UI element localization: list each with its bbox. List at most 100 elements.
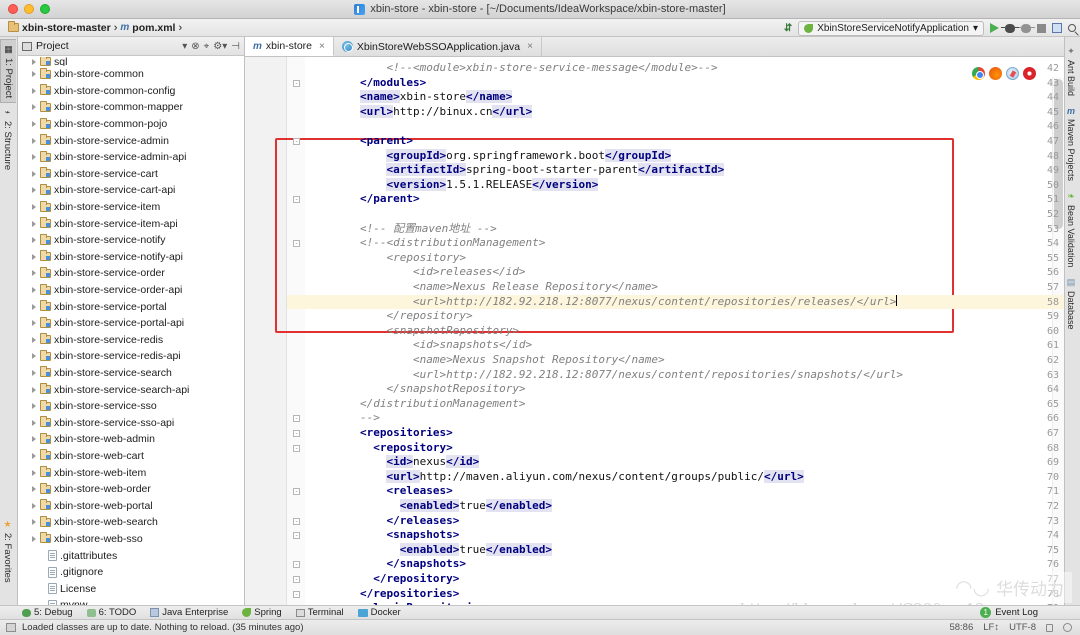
tree-item[interactable]: xbin-store-service-item	[18, 199, 244, 216]
expand-all-icon[interactable]: ⌖	[204, 41, 210, 52]
code-fold-toggle[interactable]: -	[293, 240, 300, 248]
close-icon[interactable]: ×	[527, 41, 533, 52]
tree-item[interactable]: xbin-store-service-portal	[18, 298, 244, 315]
bottom-item-terminal[interactable]: Terminal	[295, 607, 344, 618]
collapse-all-icon[interactable]: ⊗	[191, 41, 199, 52]
bottom-item-java-enterprise[interactable]: Java Enterprise	[150, 607, 228, 618]
tree-item[interactable]: xbin-store-service-cart-api	[18, 182, 244, 199]
tree-item[interactable]: xbin-store-service-admin-api	[18, 149, 244, 166]
run-configuration-selector[interactable]: XbinStoreServiceNotifyApplication ▾	[798, 20, 984, 36]
tree-item[interactable]: xbin-store-web-admin	[18, 431, 244, 448]
chevron-right-icon[interactable]	[32, 137, 36, 144]
tree-item[interactable]: xbin-store-web-sso	[18, 531, 244, 548]
code-fold-toggle[interactable]: -	[293, 415, 300, 423]
bottom-item-spring[interactable]: Spring	[242, 607, 282, 618]
search-icon[interactable]	[1068, 24, 1076, 32]
project-tree[interactable]: sql xbin-store-common xbin-store-common-co…	[18, 56, 244, 605]
chevron-right-icon[interactable]	[32, 469, 36, 476]
tree-item[interactable]: sql	[18, 57, 244, 66]
code-fold-toggle[interactable]: -	[293, 488, 300, 496]
tree-item[interactable]: xbin-store-service-search-api	[18, 381, 244, 398]
chevron-right-icon[interactable]	[32, 452, 36, 459]
chevron-right-icon[interactable]	[32, 486, 36, 493]
tree-item[interactable]: xbin-store-service-notify-api	[18, 249, 244, 266]
chevron-right-icon[interactable]	[32, 502, 36, 509]
code-fold-toggle[interactable]: -	[293, 590, 300, 598]
chevron-right-icon[interactable]	[32, 336, 36, 343]
line-separator[interactable]: LF↕	[983, 622, 999, 633]
chevron-right-icon[interactable]	[32, 519, 36, 526]
bug-icon[interactable]	[1001, 23, 1019, 33]
tree-item[interactable]: xbin-store-service-search	[18, 365, 244, 382]
tree-item[interactable]: xbin-store-service-sso-api	[18, 414, 244, 431]
sidebar-item-project[interactable]: ▦ 1: Project	[0, 39, 16, 104]
chevron-right-icon[interactable]	[32, 253, 36, 260]
code-fold-toggle[interactable]: -	[293, 517, 300, 525]
tree-item[interactable]: License	[18, 580, 244, 597]
chevron-right-icon[interactable]	[32, 170, 36, 177]
project-structure-icon[interactable]	[1052, 23, 1062, 33]
tree-item[interactable]: xbin-store-common	[18, 66, 244, 83]
chevron-right-icon[interactable]	[32, 535, 36, 542]
code-fold-toggle[interactable]: -	[293, 444, 300, 452]
chevron-right-icon[interactable]	[32, 419, 36, 426]
chevron-right-icon[interactable]	[32, 287, 36, 294]
tree-item[interactable]: xbin-store-service-cart	[18, 166, 244, 183]
breadcrumb-project[interactable]: xbin-store-master	[8, 21, 111, 34]
sidebar-item-structure[interactable]: ⌁ 2: Structure	[0, 103, 15, 174]
code-fold-toggle[interactable]: -	[293, 196, 300, 204]
chevron-right-icon[interactable]	[32, 436, 36, 443]
file-encoding[interactable]: UTF-8	[1009, 622, 1036, 633]
tree-item[interactable]: xbin-store-web-item	[18, 464, 244, 481]
code-fold-toggle[interactable]: -	[293, 430, 300, 437]
chevron-down-icon[interactable]: ▾	[182, 41, 187, 52]
chevron-right-icon[interactable]	[32, 58, 36, 65]
chevron-right-icon[interactable]	[32, 237, 36, 244]
chevron-right-icon[interactable]	[32, 303, 36, 310]
tree-item[interactable]: xbin-store-common-config	[18, 83, 244, 100]
caret-position[interactable]: 58:86	[949, 622, 973, 633]
tree-item[interactable]: xbin-store-service-order-api	[18, 282, 244, 299]
tree-item[interactable]: .gitattributes	[18, 547, 244, 564]
code-fold-toggle[interactable]: -	[293, 79, 300, 87]
chevron-right-icon[interactable]	[32, 204, 36, 211]
play-icon[interactable]	[990, 23, 999, 33]
sidebar-item-maven-projects[interactable]: m Maven Projects	[1065, 101, 1077, 186]
tree-item[interactable]: xbin-store-service-item-api	[18, 215, 244, 232]
sidebar-item-favorites[interactable]: ★ 2: Favorites	[0, 515, 15, 587]
breadcrumb-file[interactable]: m pom.xml	[120, 22, 175, 34]
tree-item[interactable]: xbin-store-service-sso	[18, 398, 244, 415]
tree-item[interactable]: xbin-store-web-order	[18, 481, 244, 498]
event-log-button[interactable]: 1 Event Log	[980, 605, 1038, 619]
bottom-item-todo[interactable]: 6: TODO	[86, 607, 136, 618]
bottom-item-docker[interactable]: Docker	[357, 607, 401, 618]
sidebar-item-ant-build[interactable]: ✦ Ant Build	[1065, 41, 1077, 101]
tree-item[interactable]: mvnw	[18, 597, 244, 605]
coverage-icon[interactable]	[1017, 23, 1035, 33]
close-icon[interactable]: ×	[319, 41, 325, 52]
tab-xbinstorewebssoapplication[interactable]: XbinStoreWebSSOApplication.java ×	[334, 37, 542, 56]
chevron-right-icon[interactable]	[32, 71, 36, 78]
chevron-right-icon[interactable]	[32, 154, 36, 161]
sort-icon[interactable]: ⇵	[784, 23, 792, 34]
settings-icon[interactable]: ⚙▾	[213, 41, 227, 52]
tree-item[interactable]: xbin-store-web-portal	[18, 497, 244, 514]
tree-item[interactable]: xbin-store-service-order	[18, 265, 244, 282]
code-fold-toggle[interactable]: -	[293, 576, 300, 583]
code-editor[interactable]: 42 <!--<module>xbin-store-service-messag…	[245, 57, 1064, 605]
tree-item[interactable]: xbin-store-service-portal-api	[18, 315, 244, 332]
lock-icon[interactable]	[1046, 623, 1053, 632]
code-fold-toggle[interactable]: -	[293, 561, 300, 569]
stop-icon[interactable]	[1037, 23, 1046, 33]
chevron-right-icon[interactable]	[32, 104, 36, 111]
tree-item[interactable]: xbin-store-service-notify	[18, 232, 244, 249]
chevron-right-icon[interactable]	[32, 320, 36, 327]
chevron-right-icon[interactable]	[32, 187, 36, 194]
code-fold-toggle[interactable]: -	[293, 138, 300, 145]
tree-item[interactable]: xbin-store-web-cart	[18, 448, 244, 465]
chevron-right-icon[interactable]	[32, 87, 36, 94]
chevron-right-icon[interactable]	[32, 220, 36, 227]
hide-icon[interactable]: ⊣	[231, 41, 240, 52]
chevron-right-icon[interactable]	[32, 403, 36, 410]
code-fold-toggle[interactable]: -	[293, 532, 300, 540]
